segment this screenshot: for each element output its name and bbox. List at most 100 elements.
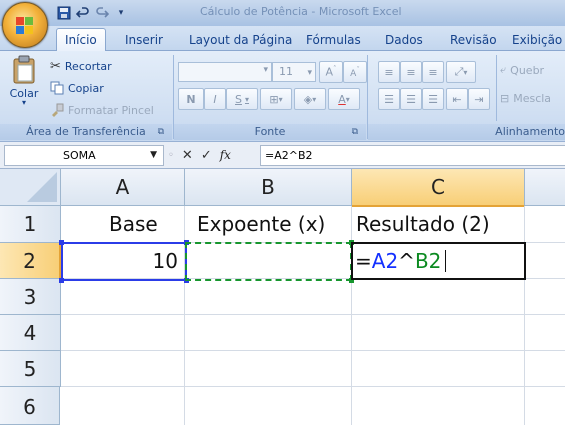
text-cursor bbox=[445, 250, 446, 272]
italic-button[interactable]: I bbox=[204, 88, 226, 110]
formula-input[interactable]: =A2^B2 bbox=[260, 145, 565, 166]
cell-d1[interactable] bbox=[525, 206, 565, 243]
grow-font-button[interactable]: Aˆ bbox=[319, 61, 343, 83]
row-header-2[interactable]: 2 bbox=[0, 243, 61, 279]
cell-b4[interactable] bbox=[185, 315, 352, 351]
formula-buttons: ◦ ✕ ✓ fx bbox=[168, 146, 231, 164]
cut-button[interactable]: ✂ Recortar bbox=[50, 57, 112, 75]
tab-exibicao[interactable]: Exibição bbox=[504, 30, 565, 50]
cell-a4[interactable] bbox=[61, 315, 185, 351]
align-middle-button[interactable]: ≡ bbox=[400, 61, 422, 83]
cell-c4[interactable] bbox=[352, 315, 525, 351]
decrease-indent-button[interactable]: ⇤ bbox=[446, 88, 468, 110]
redo-icon[interactable] bbox=[94, 5, 110, 21]
save-icon[interactable] bbox=[56, 5, 72, 21]
tab-inicio[interactable]: Início bbox=[56, 28, 106, 51]
insert-function-icon[interactable]: fx bbox=[220, 148, 231, 162]
column-header-d[interactable] bbox=[525, 169, 565, 206]
cell-c2[interactable]: =A2^B2 bbox=[352, 243, 525, 279]
cell-d2[interactable] bbox=[525, 243, 565, 279]
align-top-icon: ≡ bbox=[384, 65, 394, 79]
underline-button[interactable]: S ▾ bbox=[226, 88, 258, 110]
cell-b3[interactable] bbox=[185, 279, 352, 315]
cell-c1[interactable]: Resultado (2) bbox=[352, 206, 525, 243]
row-header-6[interactable]: 6 bbox=[0, 387, 60, 425]
enter-icon[interactable]: ✓ bbox=[201, 148, 212, 163]
column-header-a[interactable]: A bbox=[61, 169, 185, 206]
office-button[interactable] bbox=[2, 2, 48, 48]
formula-equals: = bbox=[355, 248, 372, 273]
worksheet-grid: A B C 1 2 3 4 5 6 Base Expoente (x) Resu… bbox=[0, 169, 565, 425]
cell-b6[interactable] bbox=[185, 387, 352, 425]
customize-qat-icon[interactable]: ▾ bbox=[113, 5, 129, 21]
cell-d3[interactable] bbox=[525, 279, 565, 315]
name-box[interactable]: SOMA ▼ bbox=[4, 145, 164, 166]
row-header-3[interactable]: 3 bbox=[0, 279, 61, 315]
column-header-b[interactable]: B bbox=[185, 169, 352, 206]
align-left-button[interactable]: ☰ bbox=[378, 88, 400, 110]
align-middle-icon: ≡ bbox=[406, 65, 416, 79]
select-all-button[interactable] bbox=[0, 169, 61, 206]
cell-b1[interactable]: Expoente (x) bbox=[185, 206, 352, 243]
cell-a2[interactable]: 10 bbox=[61, 243, 185, 279]
cell-c3[interactable] bbox=[352, 279, 525, 315]
cell-b5[interactable] bbox=[185, 351, 352, 387]
cell-d6[interactable] bbox=[525, 387, 565, 425]
tab-dados[interactable]: Dados bbox=[377, 30, 431, 50]
grow-font-icon: Aˆ bbox=[325, 65, 337, 79]
undo-icon[interactable] bbox=[75, 5, 91, 21]
select-all-triangle-icon bbox=[27, 172, 57, 202]
chevron-down-icon[interactable]: ▼ bbox=[150, 146, 157, 165]
cell-a3[interactable] bbox=[61, 279, 185, 315]
borders-icon: ⊞ bbox=[269, 92, 279, 106]
row-header-5[interactable]: 5 bbox=[0, 351, 61, 387]
row-header-4[interactable]: 4 bbox=[0, 315, 61, 351]
cell-b2[interactable] bbox=[185, 243, 352, 279]
dialog-launcher-icon[interactable]: ⧉ bbox=[352, 124, 358, 140]
tab-formulas[interactable]: Fórmulas bbox=[298, 30, 369, 50]
cell-d4[interactable] bbox=[525, 315, 565, 351]
paintbrush-icon bbox=[52, 103, 64, 117]
copy-button[interactable]: Copiar bbox=[50, 79, 104, 97]
cell-a1[interactable]: Base bbox=[61, 206, 185, 243]
tab-inserir[interactable]: Inserir bbox=[117, 30, 171, 50]
cell-a5[interactable] bbox=[61, 351, 185, 387]
cell-a6[interactable] bbox=[61, 387, 185, 425]
orientation-icon: ⤢ bbox=[454, 65, 464, 78]
fill-color-button[interactable]: ◈ ▾ bbox=[294, 88, 326, 110]
font-name-combo[interactable]: ▾ bbox=[178, 62, 272, 82]
dialog-launcher-icon[interactable]: ⧉ bbox=[158, 124, 164, 140]
tab-layout-da-pagina[interactable]: Layout da Página bbox=[181, 30, 300, 50]
increase-indent-button[interactable]: ⇥ bbox=[468, 88, 490, 110]
fill-bucket-icon: ◈ bbox=[303, 92, 313, 106]
formula-ref-b2: B2 bbox=[414, 248, 442, 273]
paste-button[interactable]: Colar ▾ bbox=[4, 55, 44, 115]
expand-handle-icon[interactable]: ◦ bbox=[168, 150, 174, 161]
align-right-button[interactable]: ☰ bbox=[422, 88, 444, 110]
align-right-icon: ☰ bbox=[428, 92, 438, 106]
wrap-text-button[interactable]: ⤶ Quebr bbox=[500, 61, 544, 79]
column-header-c[interactable]: C bbox=[352, 169, 525, 207]
formula-bar: SOMA ▼ ◦ ✕ ✓ fx =A2^B2 bbox=[0, 142, 565, 169]
borders-button[interactable]: ⊞ ▾ bbox=[260, 88, 292, 110]
cell-c6[interactable] bbox=[352, 387, 525, 425]
tab-revisao[interactable]: Revisão bbox=[442, 30, 505, 50]
cell-c5[interactable] bbox=[352, 351, 525, 387]
align-top-button[interactable]: ≡ bbox=[378, 61, 400, 83]
clipboard-group-label: Área de Transferência ⧉ bbox=[0, 124, 172, 140]
bold-button[interactable]: N bbox=[178, 88, 204, 110]
align-center-button[interactable]: ☰ bbox=[400, 88, 422, 110]
format-painter-button[interactable]: Formatar Pincel bbox=[50, 101, 154, 119]
name-box-value: SOMA bbox=[63, 149, 96, 162]
decrease-indent-icon: ⇤ bbox=[452, 92, 462, 106]
font-size-combo[interactable]: 11 ▾ bbox=[272, 62, 316, 82]
cancel-icon[interactable]: ✕ bbox=[182, 148, 193, 163]
align-left-icon: ☰ bbox=[384, 92, 394, 106]
cell-d5[interactable] bbox=[525, 351, 565, 387]
orientation-button[interactable]: ⤢ ▾ bbox=[446, 61, 476, 83]
font-color-button[interactable]: A ▾ bbox=[328, 88, 360, 110]
shrink-font-button[interactable]: Aˇ bbox=[343, 61, 367, 83]
merge-button[interactable]: ⊟ Mescla bbox=[500, 89, 551, 107]
row-header-1[interactable]: 1 bbox=[0, 206, 61, 243]
align-bottom-button[interactable]: ≡ bbox=[422, 61, 444, 83]
